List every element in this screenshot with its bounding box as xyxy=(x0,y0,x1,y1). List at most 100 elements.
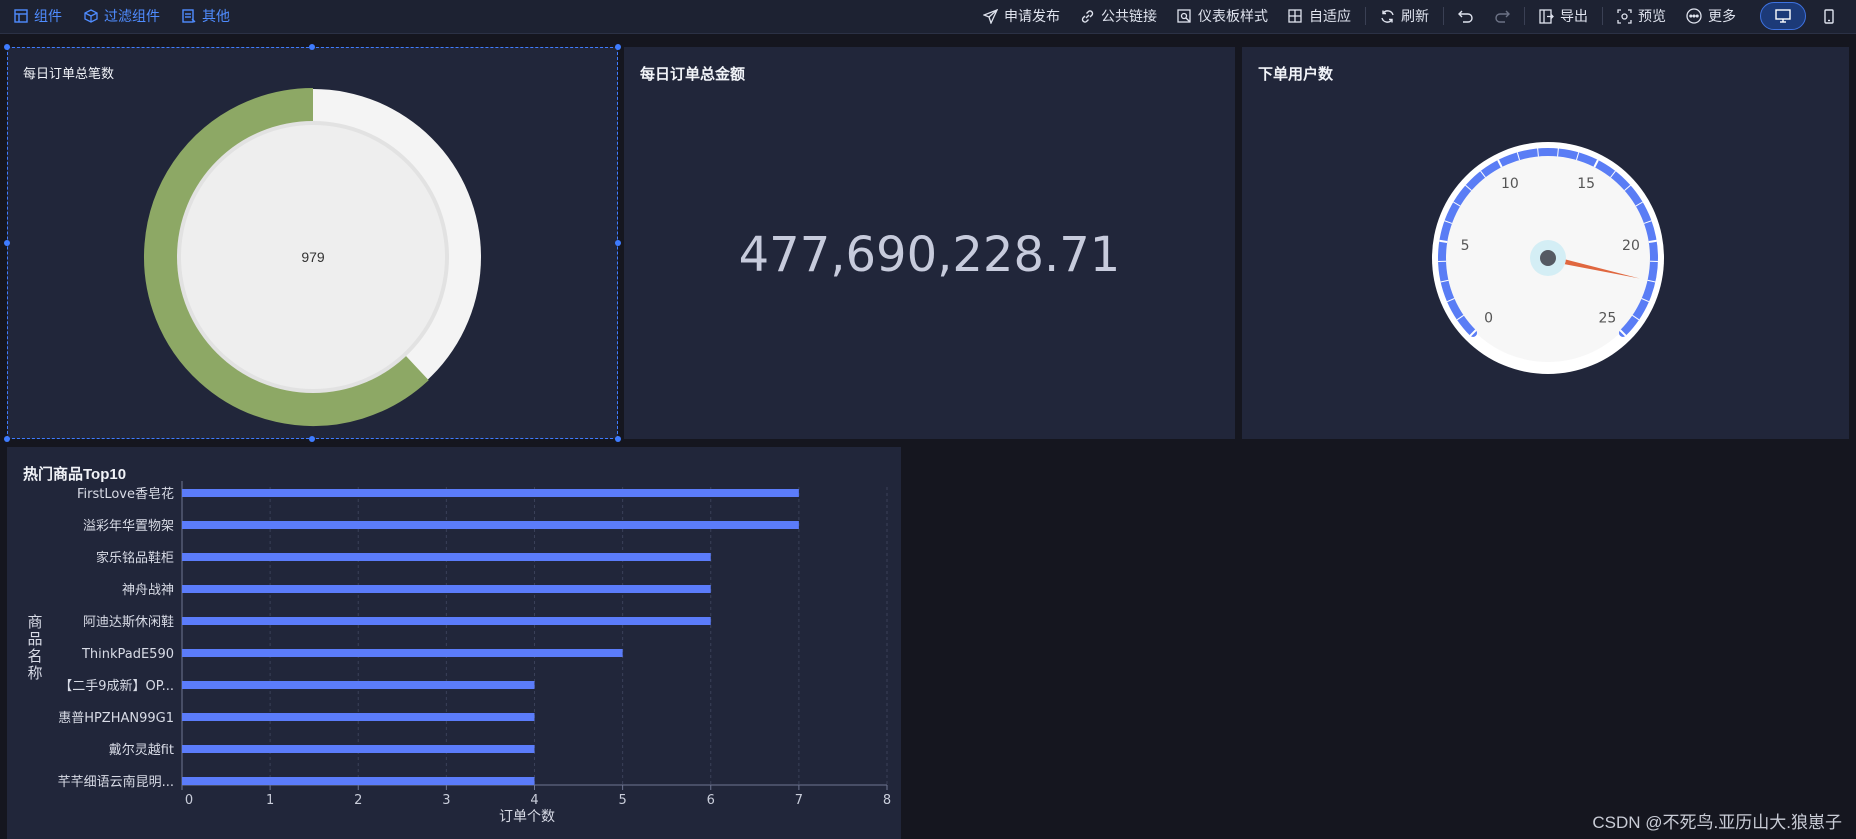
gauge-tick-label: 15 xyxy=(1577,176,1595,192)
users-panel[interactable]: 下单用户数 0 5 10 15 20 25 xyxy=(1242,47,1849,439)
amount-value: 477,690,228.71 xyxy=(738,227,1121,283)
category-label: FirstLove香皂花 xyxy=(77,486,174,502)
top-toolbar: 组件 过滤组件 其他 申请发布 公共链接 仪表板样式 自适应 刷新 导出 预览 … xyxy=(0,0,1856,34)
x-tick-label: 5 xyxy=(618,793,626,808)
component-button[interactable]: 组件 xyxy=(14,6,62,26)
x-tick-label: 2 xyxy=(354,793,362,808)
undo-icon xyxy=(1458,9,1474,24)
category-label: 芊芊细语云南昆明... xyxy=(58,774,174,790)
export-button[interactable]: 导出 xyxy=(1529,6,1598,26)
other-icon xyxy=(182,9,196,23)
resize-handle[interactable] xyxy=(4,436,10,442)
public-link-button[interactable]: 公共链接 xyxy=(1070,6,1167,26)
x-tick-label: 0 xyxy=(185,793,193,808)
resize-handle[interactable] xyxy=(309,436,315,442)
ring-value-label: 979 xyxy=(301,249,325,265)
export-label: 导出 xyxy=(1560,8,1588,24)
grid-icon xyxy=(1288,8,1303,24)
filter-component-button[interactable]: 过滤组件 xyxy=(84,6,160,26)
x-axis-title: 订单个数 xyxy=(499,809,555,825)
resize-handle[interactable] xyxy=(4,44,10,50)
gauge-tick-label: 20 xyxy=(1622,238,1640,254)
x-tick-label: 8 xyxy=(883,793,891,808)
gauge-tick-label: 10 xyxy=(1501,176,1519,192)
bar[interactable] xyxy=(182,649,623,657)
bar-chart: 0 1 2 3 4 5 6 7 8 FirstLove香皂花溢彩年华置物架家乐铭品鞋柜神舟战神阿迪… xyxy=(27,481,891,825)
bar[interactable] xyxy=(182,617,711,625)
refresh-icon xyxy=(1380,9,1395,24)
x-tick-label: 1 xyxy=(266,793,274,808)
gauge-tick xyxy=(1439,239,1448,244)
bar[interactable] xyxy=(182,521,799,529)
refresh-button[interactable]: 刷新 xyxy=(1370,6,1439,26)
other-label: 其他 xyxy=(202,8,230,24)
watermark: CSDN @不死鸟.亚历山大.狼崽子 xyxy=(1592,813,1842,832)
mobile-icon xyxy=(1823,8,1835,24)
resize-handle[interactable] xyxy=(4,240,10,246)
resize-handle[interactable] xyxy=(309,44,315,50)
category-label: 戴尔灵越fit xyxy=(109,743,174,758)
gauge-chart: 0 5 10 15 20 25 xyxy=(1432,142,1664,374)
mobile-view-button[interactable] xyxy=(1806,2,1852,30)
resize-handle[interactable] xyxy=(615,44,621,50)
category-label: 溢彩年华置物架 xyxy=(83,519,174,534)
apply-publish-label: 申请发布 xyxy=(1004,8,1060,24)
toolbar-divider xyxy=(1443,7,1444,25)
filter-cube-icon xyxy=(84,9,98,23)
dashboard-style-button[interactable]: 仪表板样式 xyxy=(1167,6,1278,26)
category-label: 惠普HPZHAN99G1 xyxy=(58,711,174,726)
gauge-tick-label: 0 xyxy=(1484,310,1493,326)
x-tick-label: 3 xyxy=(442,793,450,808)
toolbar-divider xyxy=(1524,7,1525,25)
top10-panel[interactable]: 热门商品Top10 0 1 2 3 4 5 6 7 8 FirstLove香皂花 溢彩年华置物架 家乐… xyxy=(7,447,901,839)
dashboard-style-label: 仪表板样式 xyxy=(1198,8,1268,24)
desktop-icon xyxy=(1775,9,1791,23)
more-icon xyxy=(1686,8,1702,24)
gauge-tick-label: 5 xyxy=(1461,238,1470,254)
component-label: 组件 xyxy=(34,8,62,24)
x-tick-label: 7 xyxy=(795,793,803,808)
apply-publish-button[interactable]: 申请发布 xyxy=(973,6,1070,26)
bar[interactable] xyxy=(182,553,711,561)
export-icon xyxy=(1539,8,1554,24)
toolbar-left-group: 组件 过滤组件 其他 xyxy=(14,0,230,32)
toolbar-divider xyxy=(1365,7,1366,25)
orders-amount-panel[interactable]: 每日订单总金额 477,690,228.71 xyxy=(624,47,1235,439)
public-link-label: 公共链接 xyxy=(1101,8,1157,24)
resize-handle[interactable] xyxy=(615,240,621,246)
style-icon xyxy=(1177,8,1192,24)
more-label: 更多 xyxy=(1708,8,1736,24)
preview-button[interactable]: 预览 xyxy=(1607,6,1676,26)
orders-count-panel[interactable]: 每日订单总笔数 979 xyxy=(4,44,621,442)
more-button[interactable]: 更多 xyxy=(1676,6,1746,26)
category-label: 【二手9成新】OP... xyxy=(59,678,174,694)
category-label: 阿迪达斯休闲鞋 xyxy=(83,614,174,630)
send-icon xyxy=(983,8,998,24)
filter-component-label: 过滤组件 xyxy=(104,8,160,24)
category-label: 神舟战神 xyxy=(122,583,174,598)
link-icon xyxy=(1080,9,1095,24)
x-tick-label: 4 xyxy=(530,793,538,808)
resize-handle[interactable] xyxy=(615,436,621,442)
bar[interactable] xyxy=(182,745,535,753)
bar[interactable] xyxy=(182,585,711,593)
gauge-hub xyxy=(1540,250,1556,266)
redo-button[interactable] xyxy=(1484,9,1520,24)
bar[interactable] xyxy=(182,489,799,497)
adaptive-button[interactable]: 自适应 xyxy=(1278,6,1361,26)
gauge-tick-label: 25 xyxy=(1598,310,1616,326)
bar[interactable] xyxy=(182,777,535,785)
desktop-view-button[interactable] xyxy=(1760,2,1806,30)
adaptive-label: 自适应 xyxy=(1309,8,1351,24)
category-label: 家乐铭品鞋柜 xyxy=(96,550,174,566)
y-axis-title: 商品名称 xyxy=(27,613,42,682)
bar[interactable] xyxy=(182,681,535,689)
bar[interactable] xyxy=(182,713,535,721)
other-button[interactable]: 其他 xyxy=(182,6,230,26)
undo-button[interactable] xyxy=(1448,9,1484,24)
redo-icon xyxy=(1494,9,1510,24)
panel-title: 每日订单总金额 xyxy=(640,66,746,83)
toolbar-right-group: 申请发布 公共链接 仪表板样式 自适应 刷新 导出 预览 更多 xyxy=(973,0,1856,32)
category-label: ThinkPadE590 xyxy=(81,647,174,662)
toolbar-divider xyxy=(1602,7,1603,25)
